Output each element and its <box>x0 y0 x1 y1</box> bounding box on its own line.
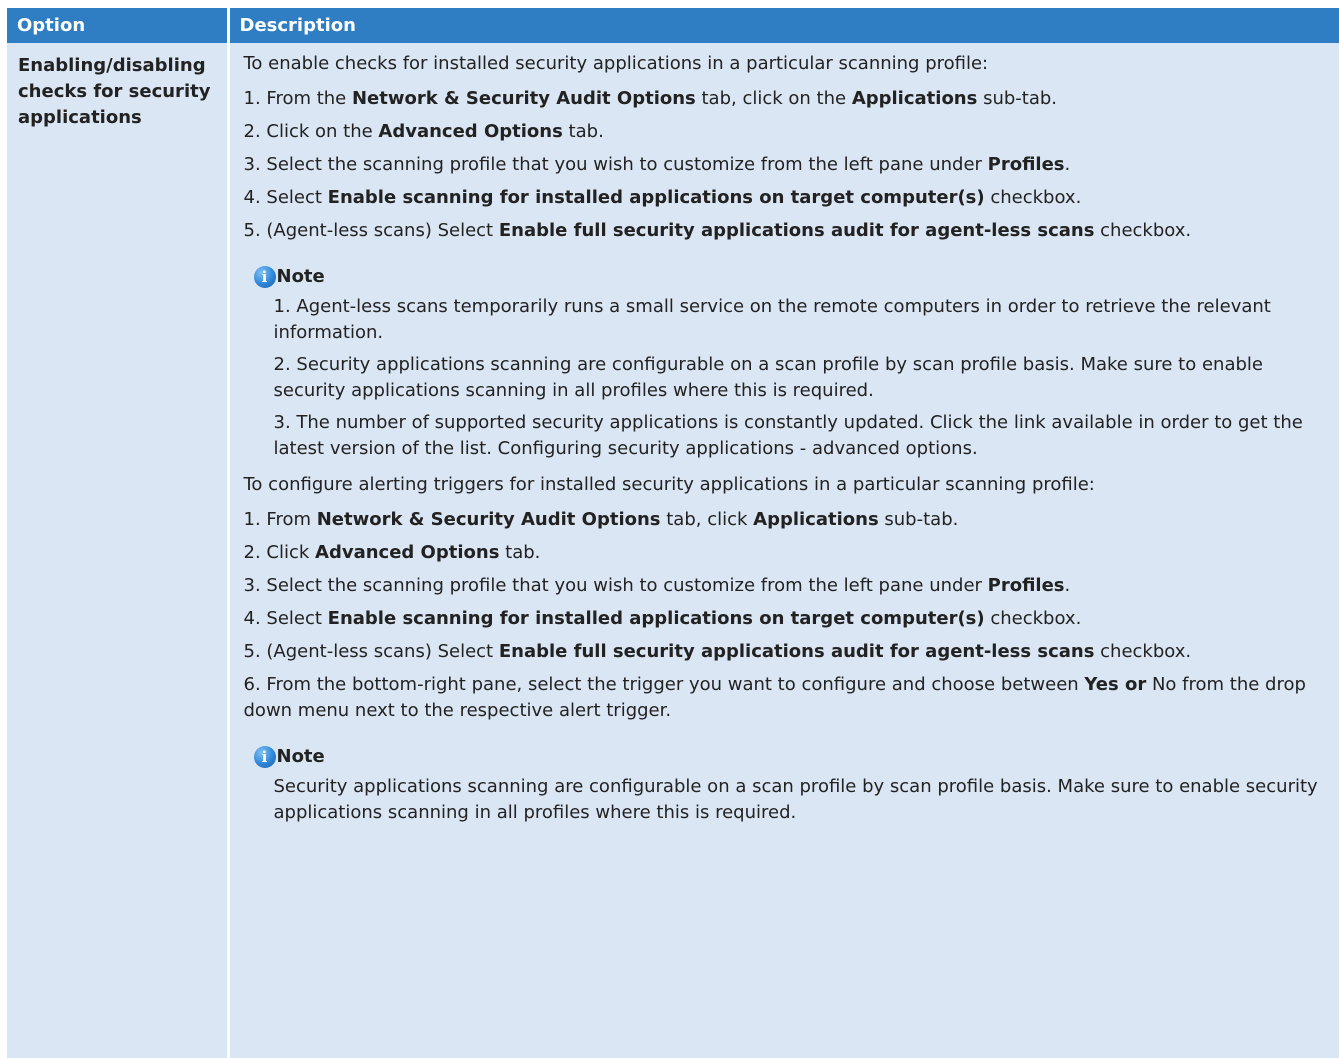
step-item: 1. From the Network & Security Audit Opt… <box>243 88 1058 109</box>
note-item: Security applications scanning are confi… <box>273 776 1318 823</box>
section-intro: To enable checks for installed security … <box>243 53 989 74</box>
header-option: Option <box>7 8 230 43</box>
step-emphasis: Profiles <box>987 575 1065 596</box>
step-emphasis: Advanced Options <box>378 121 563 142</box>
section-intro: To configure alerting triggers for insta… <box>243 474 1095 495</box>
note-header: i Note <box>253 264 1330 290</box>
step-list: 1. From the Network & Security Audit Opt… <box>244 86 1330 244</box>
note-item: 3. The number of supported security appl… <box>273 412 1303 459</box>
step-emphasis: Enable scanning for installed applicatio… <box>327 608 985 629</box>
step-emphasis: Yes or <box>1084 674 1147 695</box>
step-item: 6. From the bottom-right pane, select th… <box>243 674 1306 721</box>
step-emphasis: Network & Security Audit Options <box>351 88 696 109</box>
step-emphasis: Enable full security applications audit … <box>498 220 1095 241</box>
table-row: Enabling/disabling checks for security a… <box>7 43 1339 1058</box>
section-enable-checks: To enable checks for installed security … <box>244 51 1330 462</box>
option-cell: Enabling/disabling checks for security a… <box>7 43 230 1058</box>
step-item: 5. (Agent-less scans) Select Enable full… <box>243 641 1192 662</box>
note-title: Note <box>276 266 325 287</box>
note-body: Security applications scanning are confi… <box>254 774 1330 826</box>
step-emphasis: Advanced Options <box>315 542 500 563</box>
options-table: Option Description Enabling/disabling ch… <box>7 8 1339 1058</box>
note-item: 1. Agent-less scans temporarily runs a s… <box>273 296 1271 343</box>
info-icon: i <box>253 266 276 288</box>
header-description: Description <box>228 8 1339 43</box>
step-item: 2. Click on the Advanced Options tab. <box>243 121 604 142</box>
note-body: 1. Agent-less scans temporarily runs a s… <box>254 294 1330 462</box>
step-item: 4. Select Enable scanning for installed … <box>243 608 1082 629</box>
note-title: Note <box>276 746 325 767</box>
step-item: 4. Select Enable scanning for installed … <box>243 187 1082 208</box>
section-configure-triggers: To configure alerting triggers for insta… <box>244 472 1330 826</box>
step-list: 1. From Network & Security Audit Options… <box>244 507 1330 724</box>
note-block: i Note Security applications scanning ar… <box>253 744 1330 826</box>
description-cell: To enable checks for installed security … <box>228 43 1339 1058</box>
note-header: i Note <box>253 744 1330 770</box>
note-block: i Note 1. Agent-less scans temporarily r… <box>253 264 1330 462</box>
step-emphasis: Enable full security applications audit … <box>498 641 1095 662</box>
step-item: 3. Select the scanning profile that you … <box>243 154 1071 175</box>
step-emphasis: Applications <box>753 509 879 530</box>
table-header-row: Option Description <box>7 8 1339 43</box>
step-item: 3. Select the scanning profile that you … <box>243 575 1071 596</box>
step-item: 5. (Agent-less scans) Select Enable full… <box>243 220 1192 241</box>
step-emphasis: Profiles <box>987 154 1065 175</box>
info-icon: i <box>253 746 276 768</box>
step-item: 1. From Network & Security Audit Options… <box>243 509 959 530</box>
step-emphasis: Enable scanning for installed applicatio… <box>327 187 985 208</box>
step-emphasis: Network & Security Audit Options <box>316 509 661 530</box>
step-emphasis: Applications <box>851 88 978 109</box>
step-item: 2. Click Advanced Options tab. <box>243 542 541 563</box>
note-item: 2. Security applications scanning are co… <box>273 354 1263 401</box>
